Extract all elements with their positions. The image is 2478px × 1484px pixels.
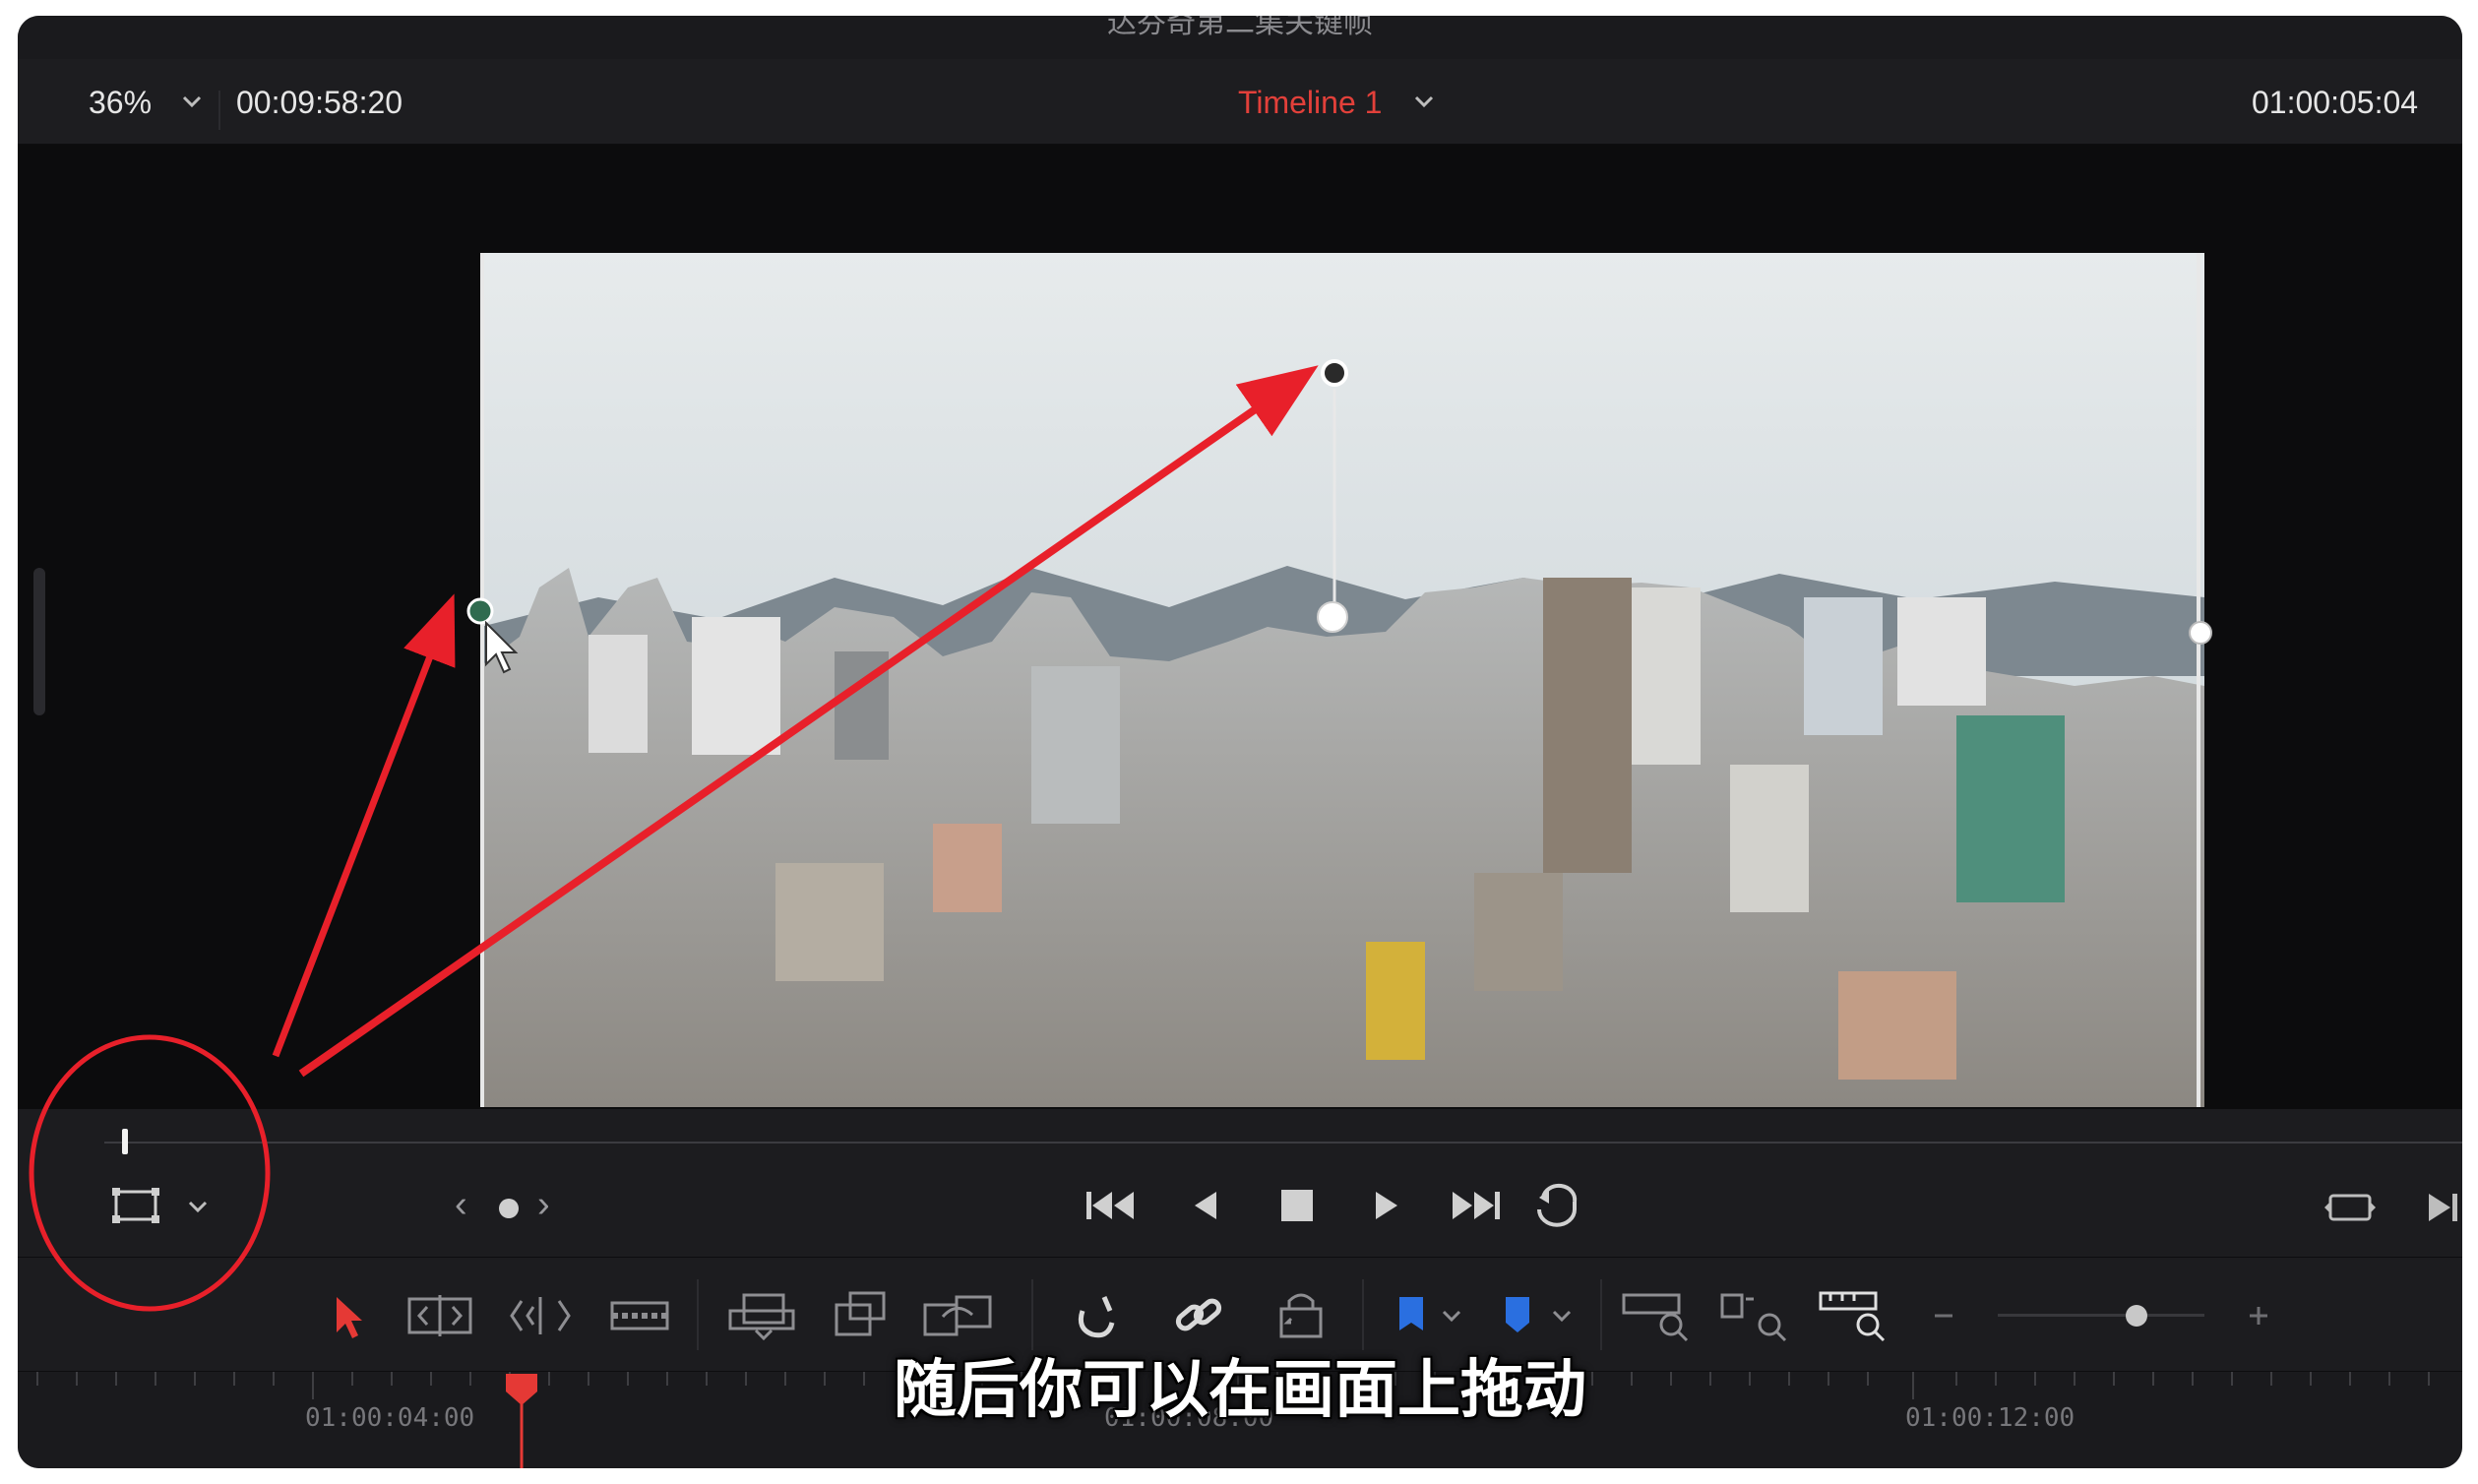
rotation-handle[interactable] [1321, 359, 1348, 387]
next-frame-icon[interactable] [2423, 1186, 2462, 1229]
fullscreen-icon[interactable] [2323, 1186, 2378, 1229]
overwrite-clip-icon[interactable] [831, 1287, 892, 1340]
video-subtitle: 随后你可以在画面上拖动 [894, 1354, 1586, 1427]
window-title: 达芬奇第二集关键帧 [1107, 16, 1373, 40]
zoom-slider-thumb[interactable] [2124, 1303, 2149, 1329]
annotation-arrow [298, 365, 1319, 1078]
jump-to-end-icon[interactable] [1449, 1184, 1504, 1227]
record-timecode: 01:00:05:04 [2252, 85, 2419, 120]
zoom-in-icon[interactable] [2244, 1301, 2273, 1330]
insert-clip-icon[interactable] [726, 1291, 797, 1342]
replace-clip-icon[interactable] [921, 1287, 996, 1342]
chevron-down-icon[interactable] [1409, 87, 1439, 116]
jump-to-start-icon[interactable] [1083, 1184, 1138, 1227]
zoom-detail-icon[interactable] [1718, 1289, 1793, 1342]
flag-icon[interactable] [1392, 1291, 1431, 1338]
viewer-header: 36% 00:09:58:20 Timeline 1 01:00:05:04 [18, 59, 2462, 145]
linked-selection-icon[interactable] [1171, 1289, 1226, 1342]
zoom-slider-track[interactable] [1998, 1314, 2204, 1317]
zoom-out-icon[interactable] [1929, 1301, 1958, 1330]
resolve-window: 达芬奇第二集关键帧 36% 00:09:58:20 Timeline 1 01:… [18, 16, 2462, 1468]
marker-icon[interactable] [1498, 1291, 1537, 1338]
zoom-full-icon[interactable] [1620, 1289, 1695, 1342]
source-timecode: 00:09:58:20 [236, 85, 403, 120]
prev-keyframe-button[interactable]: ‹ [455, 1184, 467, 1226]
crop-handle-left[interactable] [466, 597, 494, 625]
transport-bar: ‹ › [18, 1109, 2462, 1257]
keyframe-dot-icon[interactable] [492, 1192, 526, 1225]
stop-icon[interactable] [1275, 1184, 1319, 1227]
chevron-down-icon[interactable] [1437, 1301, 1466, 1330]
position-lock-icon[interactable] [1273, 1287, 1329, 1342]
chevron-down-icon[interactable] [177, 87, 207, 116]
play-icon[interactable] [1366, 1184, 1405, 1227]
loop-icon[interactable] [1529, 1180, 1584, 1229]
blade-tool-icon[interactable] [608, 1293, 671, 1338]
annotation-overlay [272, 359, 2212, 1078]
viewer-canvas[interactable] [18, 145, 2462, 1109]
timeline-name[interactable]: Timeline 1 [1238, 85, 1382, 121]
crop-handle-right[interactable] [2189, 621, 2212, 645]
mouse-cursor-icon [485, 620, 519, 674]
anchor-handle[interactable] [1317, 601, 1348, 633]
zoom-level[interactable]: 36% [89, 85, 152, 121]
zoom-custom-icon[interactable] [1817, 1287, 1891, 1342]
next-keyframe-button[interactable]: › [537, 1184, 550, 1226]
annotation-circle [29, 1034, 271, 1312]
scrubber-track[interactable] [104, 1142, 2462, 1144]
chevron-down-icon[interactable] [1547, 1301, 1577, 1330]
snapping-icon[interactable] [1069, 1289, 1124, 1342]
reverse-play-icon[interactable] [1187, 1184, 1226, 1227]
dynamic-trim-icon[interactable] [506, 1291, 575, 1340]
selection-tool-icon[interactable] [329, 1293, 368, 1340]
header-divider [218, 91, 220, 130]
trim-tool-icon[interactable] [405, 1291, 474, 1340]
